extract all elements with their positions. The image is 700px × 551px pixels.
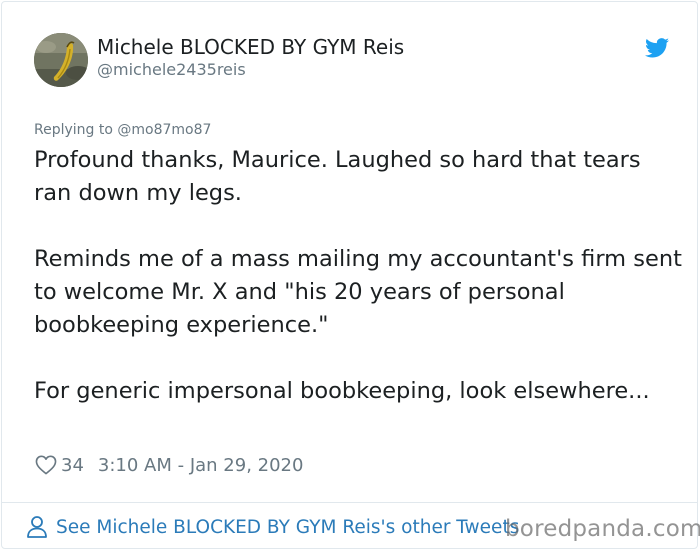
replying-to-label: Replying to @mo87mo87 bbox=[34, 122, 212, 138]
person-icon bbox=[27, 516, 47, 538]
avatar-image bbox=[34, 33, 88, 87]
heart-icon[interactable] bbox=[35, 455, 57, 475]
twitter-bird-icon[interactable] bbox=[645, 38, 669, 58]
avatar[interactable] bbox=[34, 33, 88, 87]
like-count[interactable]: 34 bbox=[61, 455, 84, 476]
author-handle[interactable]: @michele2435reis bbox=[97, 60, 246, 79]
tweet-timestamp[interactable]: 3:10 AM - Jan 29, 2020 bbox=[98, 455, 304, 476]
watermark: boredpanda.com bbox=[505, 516, 700, 542]
tweet-paragraph-2: Reminds me of a mass mailing my accounta… bbox=[34, 246, 682, 338]
see-other-tweets-link[interactable]: See Michele BLOCKED BY GYM Reis's other … bbox=[26, 515, 519, 539]
tweet-paragraph-1: Profound thanks, Maurice. Laughed so har… bbox=[34, 147, 641, 206]
author-display-name[interactable]: Michele BLOCKED BY GYM Reis bbox=[97, 35, 404, 59]
divider bbox=[2, 502, 697, 503]
tweet-meta: 34 3:10 AM - Jan 29, 2020 bbox=[35, 452, 303, 478]
tweet-paragraph-3: For generic impersonal boobkeeping, look… bbox=[34, 378, 650, 404]
see-other-tweets-label[interactable]: See Michele BLOCKED BY GYM Reis's other … bbox=[56, 517, 519, 538]
tweet-text: Profound thanks, Maurice. Laughed so har… bbox=[34, 144, 684, 408]
tweet-card: Michele BLOCKED BY GYM Reis @michele2435… bbox=[1, 1, 698, 549]
